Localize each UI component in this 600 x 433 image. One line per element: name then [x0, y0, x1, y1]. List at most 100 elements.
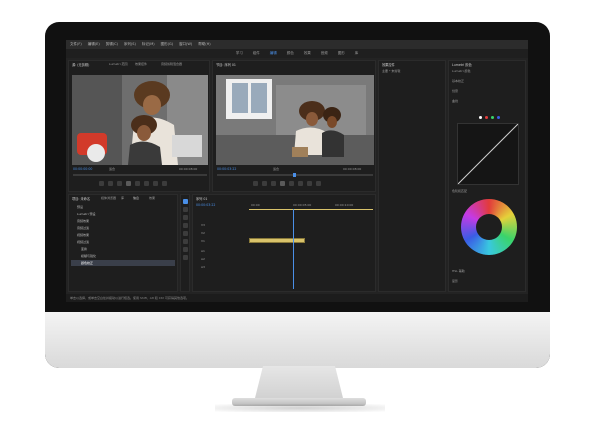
insert-icon[interactable]	[144, 181, 149, 186]
program-playhead[interactable]	[293, 173, 296, 177]
source-duration: 00:00:08:00	[179, 167, 198, 171]
mark-out-icon[interactable]	[108, 181, 113, 186]
track-select-tool-icon[interactable]	[183, 207, 188, 212]
source-timecode: 00:00:00:00	[73, 167, 93, 171]
bin-audio-effects[interactable]: 音频效果	[77, 219, 89, 223]
workspace-graphics[interactable]: 图形	[338, 51, 345, 56]
source-scale-select[interactable]: 适合	[109, 167, 115, 171]
channel-white-icon[interactable]	[479, 116, 482, 119]
bin-color-correction[interactable]: 颜色校正	[81, 261, 93, 265]
curve-channel-selector	[479, 116, 500, 119]
lumetri-section-basic[interactable]: 基本校正	[452, 79, 464, 83]
lift-icon[interactable]	[298, 181, 303, 186]
menu-item-edit[interactable]: 编辑(E)	[88, 42, 100, 47]
timeline-playhead[interactable]	[293, 209, 294, 289]
effect-controls-title[interactable]: 效果控件	[382, 62, 395, 67]
program-step-back-icon[interactable]	[271, 181, 276, 186]
track-a1[interactable]: A1	[201, 249, 205, 253]
program-panel-title[interactable]: 节目: 序列 01	[216, 62, 236, 67]
menu-item-help[interactable]: 帮助(H)	[198, 42, 210, 47]
source-tab-audio-mixer[interactable]: 音频剪辑混合器	[161, 62, 182, 66]
source-panel-title[interactable]: 源: (无剪辑)	[72, 62, 89, 67]
track-v2[interactable]: V2	[201, 231, 205, 235]
project-tab-libraries[interactable]: 库	[121, 196, 124, 200]
lumetri-panel-title[interactable]: Lumetri 颜色	[452, 62, 472, 67]
track-v1[interactable]: V1	[201, 239, 205, 243]
project-tab-effects[interactable]: 效果	[149, 196, 155, 200]
menu-item-clip[interactable]: 剪辑(C)	[106, 42, 118, 47]
track-a2[interactable]: A2	[201, 257, 205, 261]
pen-tool-icon[interactable]	[183, 239, 188, 244]
video-clip[interactable]	[249, 238, 305, 243]
type-tool-icon[interactable]	[183, 255, 188, 260]
channel-blue-icon[interactable]	[497, 116, 500, 119]
bin-presets[interactable]: 预设	[77, 205, 83, 209]
step-forward-icon[interactable]	[135, 181, 140, 186]
bin-video-effects[interactable]: 视频效果	[77, 233, 89, 237]
menu-item-graphics[interactable]: 图形(G)	[161, 42, 173, 47]
program-step-forward-icon[interactable]	[289, 181, 294, 186]
menu-item-sequence[interactable]: 序列(S)	[124, 42, 136, 47]
workspace-color[interactable]: 颜色	[287, 51, 294, 56]
play-icon[interactable]	[126, 181, 131, 186]
source-tab-effect-controls[interactable]: 效果控件	[135, 62, 147, 66]
workspace-effects[interactable]: 效果	[304, 51, 311, 56]
screen: 文件(F) 编辑(E) 剪辑(C) 序列(S) 标记(M) 图形(G) 窗口(W…	[66, 40, 528, 302]
rgb-curve-graph[interactable]	[457, 123, 519, 185]
source-video-image	[72, 75, 208, 165]
menu-item-file[interactable]: 文件(F)	[70, 42, 82, 47]
step-back-icon[interactable]	[117, 181, 122, 186]
workspace-audio[interactable]: 音频	[321, 51, 328, 56]
program-scale-select[interactable]: 适合	[273, 167, 279, 171]
program-timecode: 00:00:03:22	[217, 167, 237, 171]
project-tab-media-browser[interactable]: 媒体浏览器	[101, 196, 116, 200]
workspace-editing[interactable]: 编辑	[270, 51, 277, 56]
timeline-timecode: 00:00:03:22	[196, 203, 216, 207]
lumetri-section-creative[interactable]: 创意	[452, 89, 458, 93]
lumetri-effect-label: Lumetri 颜色	[452, 69, 471, 73]
selection-tool-icon[interactable]	[183, 199, 188, 204]
track-a3[interactable]: A3	[201, 265, 205, 269]
project-tab-info[interactable]: 信息	[133, 196, 139, 200]
timeline-title[interactable]: 序列 01	[196, 196, 207, 201]
overwrite-icon[interactable]	[153, 181, 158, 186]
work-area-bar[interactable]	[249, 209, 373, 210]
program-export-frame-icon[interactable]	[316, 181, 321, 186]
project-panel-title[interactable]: 项目: 未命名	[72, 196, 90, 201]
source-scrub-bar[interactable]	[73, 174, 207, 176]
lumetri-section-vignette[interactable]: 晕影	[452, 279, 458, 283]
slip-tool-icon[interactable]	[183, 231, 188, 236]
razor-tool-icon[interactable]	[183, 223, 188, 228]
bin-blur-sharpen[interactable]: 模糊与锐化	[81, 254, 96, 258]
bin-transform[interactable]: 变换	[81, 247, 87, 251]
imac-stand	[254, 366, 344, 402]
lumetri-section-hsl[interactable]: HSL 辅助	[452, 269, 465, 273]
program-play-icon[interactable]	[280, 181, 285, 186]
export-frame-icon[interactable]	[162, 181, 167, 186]
workspace-learn[interactable]: 学习	[236, 51, 243, 56]
hue-wheel-center	[476, 214, 502, 240]
source-tab-scopes[interactable]: Lumetri 范围	[109, 62, 128, 66]
mark-in-icon[interactable]	[99, 181, 104, 186]
channel-green-icon[interactable]	[491, 116, 494, 119]
workspace-libraries[interactable]: 库	[355, 51, 359, 56]
workspace-assembly[interactable]: 组件	[253, 51, 260, 56]
lumetri-section-wheels[interactable]: 色轮和匹配	[452, 189, 467, 193]
ripple-edit-tool-icon[interactable]	[183, 215, 188, 220]
extract-icon[interactable]	[307, 181, 312, 186]
workspace-bar: 学习 组件 编辑 颜色 效果 音频 图形 库	[66, 49, 528, 58]
channel-red-icon[interactable]	[485, 116, 488, 119]
bin-video-transitions[interactable]: 视频过渡	[77, 240, 89, 244]
menu-item-window[interactable]: 窗口(W)	[179, 42, 192, 47]
menu-item-marker[interactable]: 标记(M)	[142, 42, 155, 47]
program-video-image	[216, 75, 374, 165]
lumetri-section-curves[interactable]: 曲线	[452, 99, 458, 103]
menu-bar: 文件(F) 编辑(E) 剪辑(C) 序列(S) 标记(M) 图形(G) 窗口(W…	[66, 40, 528, 49]
bin-lumetri-presets[interactable]: Lumetri 预设	[77, 212, 96, 216]
imac-chin	[45, 312, 550, 368]
hand-tool-icon[interactable]	[183, 247, 188, 252]
program-mark-in-icon[interactable]	[253, 181, 258, 186]
program-mark-out-icon[interactable]	[262, 181, 267, 186]
track-v3[interactable]: V3	[201, 223, 205, 227]
bin-audio-transitions[interactable]: 音频过渡	[77, 226, 89, 230]
